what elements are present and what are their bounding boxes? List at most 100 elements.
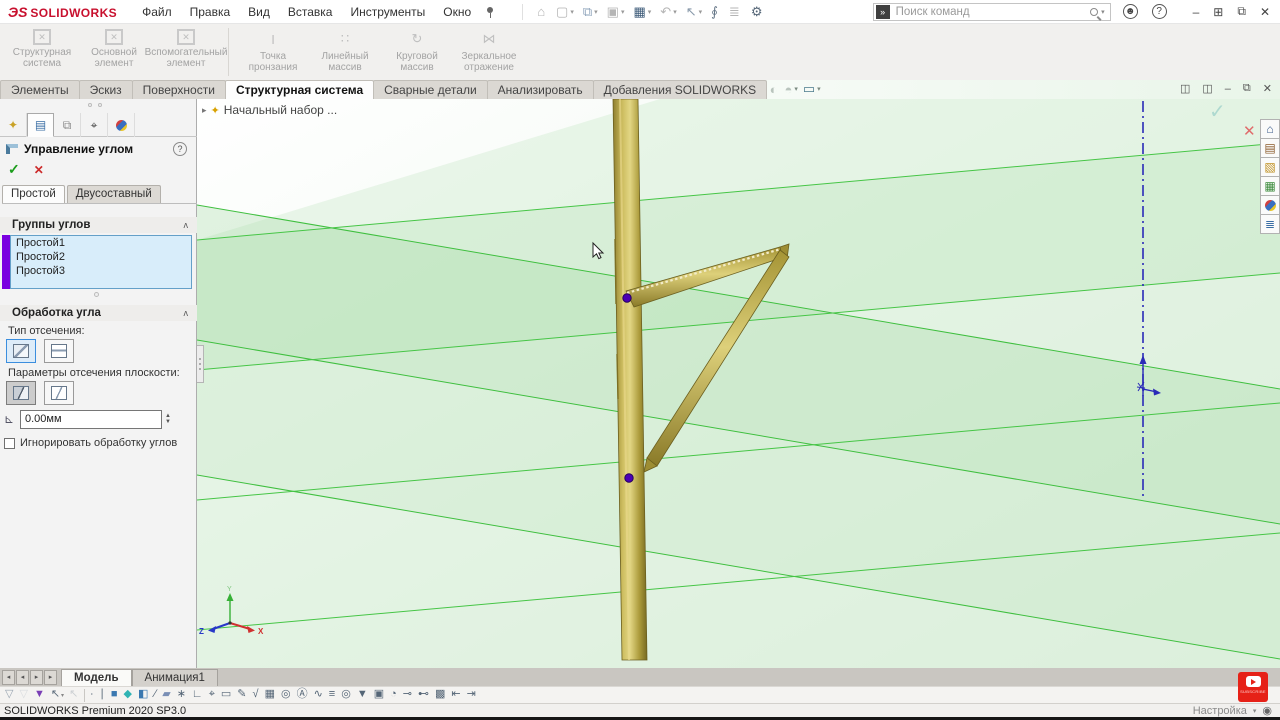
confirmation-ok-icon[interactable]: ✓ [1209, 99, 1226, 124]
doc-close-button[interactable]: ✕ [1263, 82, 1272, 95]
propertymanager-tab[interactable]: ▤ [27, 113, 54, 137]
pane-right-button[interactable]: ◫ [1202, 82, 1212, 95]
tab-features[interactable]: Элементы [0, 80, 80, 99]
filter-tab-start-icon[interactable]: ⇤ [451, 687, 461, 704]
subscribe-button[interactable]: SUBSCRIBE [1238, 672, 1268, 702]
tab-simple[interactable]: Простой [2, 185, 65, 203]
tree-expander-icon[interactable]: ▸ [202, 105, 207, 116]
collapse-chevron-icon[interactable]: ᴧ [184, 220, 189, 230]
pin-menu-icon[interactable] [484, 6, 496, 18]
close-button[interactable]: ✕ [1260, 5, 1270, 19]
graphics-viewport[interactable]: Y X Z ▸ ✦ Начальный набор ... ✓ ✕ ⌂▤▧▦●≣ [197, 99, 1280, 668]
task-list-icon[interactable]: ≣ [729, 4, 742, 20]
no-weld-gap-button[interactable] [44, 381, 74, 405]
menu-file[interactable]: Файл [133, 2, 181, 22]
status-globe-icon[interactable]: ◉ [1262, 704, 1272, 717]
tab-model[interactable]: Модель [61, 669, 132, 686]
search-dropdown-icon[interactable]: ▾ [1101, 8, 1105, 16]
filter-pie-icon[interactable]: ◔ [390, 687, 398, 704]
tab-two-segment[interactable]: Двусоставный [67, 185, 161, 203]
maximize-button[interactable]: ⊞ [1213, 5, 1223, 19]
angle-groups-header[interactable]: Группы углов ᴧ [0, 217, 197, 233]
list-resize-grip[interactable] [94, 292, 99, 297]
clear-filters-icon[interactable]: ▽ [19, 687, 28, 704]
tab-structure-system[interactable]: Структурная система [225, 80, 374, 99]
search-icon[interactable] [1090, 8, 1098, 16]
tab-sketch[interactable]: Эскиз [79, 80, 133, 99]
offset-value-input[interactable] [20, 410, 162, 429]
filter-reference-points-icon[interactable]: ⌖ [209, 687, 216, 704]
filter-tables-icon[interactable]: ▦ [265, 687, 276, 704]
featuremanager-tab[interactable]: ✦ [0, 113, 27, 137]
filter-origins-icon[interactable]: ∗ [177, 687, 187, 704]
sheet-prev-button[interactable]: ◂ [16, 670, 29, 685]
undo-icon[interactable]: ↶▾ [660, 4, 676, 20]
joint-point-top[interactable] [623, 294, 631, 302]
magnified-select-icon[interactable]: ↖ [69, 687, 79, 704]
toolbar-separator[interactable] [84, 689, 85, 702]
taskpane-custom-properties-icon[interactable]: ≣ [1260, 214, 1280, 234]
filter-edges-icon[interactable]: ∣ [99, 687, 106, 704]
options-gear-icon[interactable]: ⚙ [751, 4, 765, 20]
sheet-first-button[interactable]: ◂ [2, 670, 15, 685]
apply-scene-icon[interactable]: ◓▾ [785, 82, 798, 97]
attach-icon[interactable]: ∮ [711, 4, 720, 20]
filter-connector2-icon[interactable]: ⊷ [418, 687, 430, 704]
filter-axes-icon[interactable]: ∕ [154, 687, 157, 704]
filter-faces-icon[interactable]: ■ [111, 687, 119, 704]
select-icon[interactable]: ↖▾ [686, 4, 702, 20]
angle-group-item[interactable]: Простой2 [11, 250, 191, 264]
taskpane-view-palette-icon[interactable]: ▦ [1260, 176, 1280, 196]
restore-button[interactable]: ⧉ [1237, 4, 1246, 19]
view-settings-icon[interactable]: ▭▾ [803, 81, 821, 97]
customize-dropdown-icon[interactable]: ▾ [1253, 707, 1257, 715]
filter-magnify-icon[interactable]: ◎ [281, 687, 292, 704]
ribbon-circular-pattern-button[interactable]: ↻ Круговой массив [381, 26, 453, 80]
tab-solidworks-addins[interactable]: Добавления SOLIDWORKS [593, 80, 768, 99]
menu-insert[interactable]: Вставка [279, 2, 342, 22]
ribbon-secondary-member-button[interactable]: ✕ Вспомогательный элемент [150, 26, 222, 80]
ribbon-linear-pattern-button[interactable]: ∷ Линейный массив [309, 26, 381, 80]
filter-tab-end-icon[interactable]: ⇥ [467, 687, 477, 704]
filter-mesh-icon[interactable]: ▩ [435, 687, 446, 704]
taskpane-design-library-icon[interactable]: ▤ [1260, 138, 1280, 158]
filter-equations-icon[interactable]: √ [253, 687, 260, 704]
angle-group-item[interactable]: Простой3 [11, 264, 191, 278]
dimxpertmanager-tab[interactable]: ⌖ [81, 113, 108, 137]
panel-help-icon[interactable]: ? [173, 142, 187, 156]
tab-surfaces[interactable]: Поверхности [132, 80, 226, 99]
sheet-last-button[interactable]: ▸ [44, 670, 57, 685]
weld-gap-button[interactable] [6, 381, 36, 405]
taskpane-home-icon[interactable]: ⌂ [1260, 119, 1280, 139]
spinner-down-icon[interactable]: ▼ [165, 419, 171, 425]
open-icon[interactable]: ⧉▾ [583, 4, 598, 20]
select-tool-icon[interactable]: ↖▾ [51, 687, 64, 704]
displaymanager-tab[interactable]: ● [108, 113, 135, 137]
save-icon[interactable]: ▣▾ [607, 4, 625, 20]
minimize-button[interactable]: – [1193, 5, 1200, 19]
ribbon-mirror-button[interactable]: ⋈ Зеркальное отражение [453, 26, 525, 80]
configurationmanager-tab[interactable]: ⧉ [54, 113, 81, 137]
ignore-treatment-checkbox[interactable] [4, 438, 15, 449]
help-icon[interactable]: ? [1152, 4, 1167, 19]
feature-tree-flyout[interactable]: ▸ ✦ Начальный набор ... [202, 103, 337, 117]
filter-funnel-box-icon[interactable]: ▼ [357, 687, 369, 704]
sheet-next-button[interactable]: ▸ [30, 670, 43, 685]
confirmation-cancel-icon[interactable]: ✕ [1243, 122, 1256, 140]
print-icon[interactable]: ▦▾ [633, 4, 651, 20]
filter-surface-bodies-icon[interactable]: ◆ [124, 687, 133, 704]
panel-splitter-handle[interactable] [88, 103, 108, 107]
tab-evaluate[interactable]: Анализировать [487, 80, 594, 99]
angle-group-item[interactable]: Простой1 [11, 236, 191, 250]
doc-minimize-button[interactable]: – [1225, 83, 1231, 95]
filter-coordinate-systems-icon[interactable]: ∟ [192, 687, 204, 704]
taskpane-appearances-icon[interactable]: ● [1260, 195, 1280, 215]
ribbon-structure-system-button[interactable]: ✕ Структурная система [6, 26, 78, 80]
filter-hatch-icon[interactable]: ≡ [329, 687, 336, 704]
status-customize-label[interactable]: Настройка [1193, 705, 1247, 717]
filter-text-icon[interactable]: Ⓐ [297, 687, 309, 704]
filter-connector-icon[interactable]: ⊸ [403, 687, 413, 704]
filter-frame-icon[interactable]: ▣ [374, 687, 385, 704]
ribbon-pierce-point-button[interactable]: I Точка пронзания [237, 26, 309, 80]
edit-appearance-icon[interactable]: ◐ [770, 82, 780, 97]
